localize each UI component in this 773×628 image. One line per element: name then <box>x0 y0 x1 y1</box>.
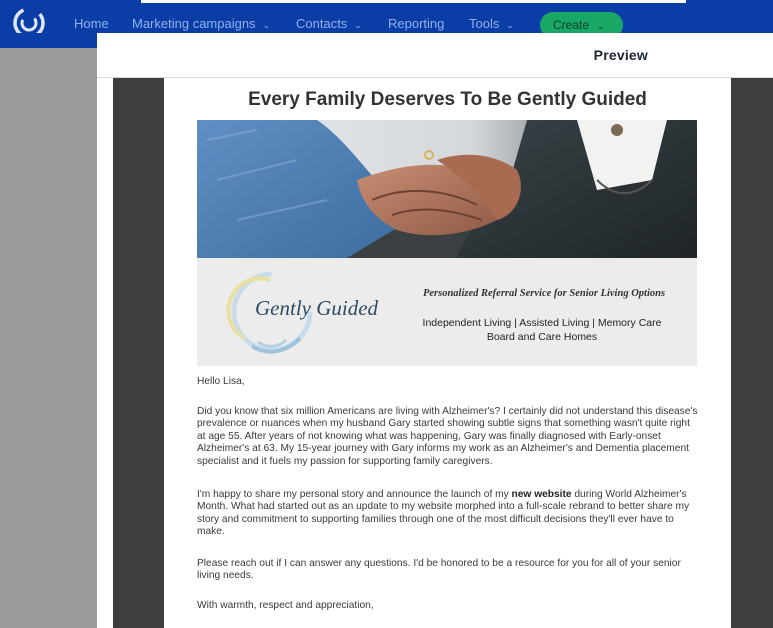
email-paragraph: Please reach out if I can answer any que… <box>197 558 681 582</box>
email-paragraph: I'm happy to share my personal story and… <box>197 489 699 539</box>
nav-item-contacts[interactable]: Contacts ⌄ <box>296 16 362 31</box>
chevron-down-icon: ⌄ <box>506 20 514 30</box>
brand-banner: Gently Guided Personalized Referral Serv… <box>197 258 697 366</box>
preview-title: Preview <box>593 47 648 63</box>
chevron-down-icon: ⌄ <box>354 20 362 30</box>
preview-header: Preview <box>97 33 773 78</box>
background-nav-strip <box>0 33 97 48</box>
chevron-down-icon: ⌄ <box>262 20 271 30</box>
email-signoff: With warmth, respect and appreciation, <box>197 600 374 611</box>
services-line: Board and Care Homes <box>486 331 598 343</box>
top-accent-line <box>141 0 686 3</box>
new-website-link[interactable]: new website <box>512 489 572 500</box>
brand-tagline: Personalized Referral Service for Senior… <box>422 288 666 299</box>
preview-margin <box>97 78 113 628</box>
email-paragraph: Did you know that six million Americans … <box>197 406 698 467</box>
hero-image <box>197 120 697 258</box>
brand-name: Gently Guided <box>255 296 379 320</box>
nav-item-label: Marketing campaigns <box>132 16 256 31</box>
nav-item-label: Reporting <box>388 16 445 31</box>
nav-item-label: Tools <box>469 16 500 31</box>
chevron-down-icon: ⌄ <box>597 21 605 31</box>
email-preview[interactable]: Every Family Deserves To Be Gently Guide… <box>164 78 731 628</box>
background-side-panel <box>0 48 97 628</box>
nav-item-label: Home <box>74 16 109 31</box>
services-line: Independent Living | Assisted Living | M… <box>422 317 662 329</box>
paragraph-text: I'm happy to share my personal story and… <box>197 489 512 500</box>
nav-item-marketing-campaigns[interactable]: Marketing campaigns ⌄ <box>132 16 270 31</box>
create-button-label: Create <box>553 18 590 32</box>
email-greeting: Hello Lisa, <box>197 376 245 387</box>
nav-item-label: Contacts <box>296 16 348 31</box>
preview-canvas-edge <box>731 78 773 628</box>
nav-item-home[interactable]: Home <box>74 16 109 31</box>
nav-item-tools[interactable]: Tools ⌄ <box>469 16 514 31</box>
services-list: Independent Living | Assisted Living | M… <box>410 316 674 344</box>
email-headline: Every Family Deserves To Be Gently Guide… <box>248 89 647 110</box>
nav-item-reporting[interactable]: Reporting <box>388 16 444 31</box>
